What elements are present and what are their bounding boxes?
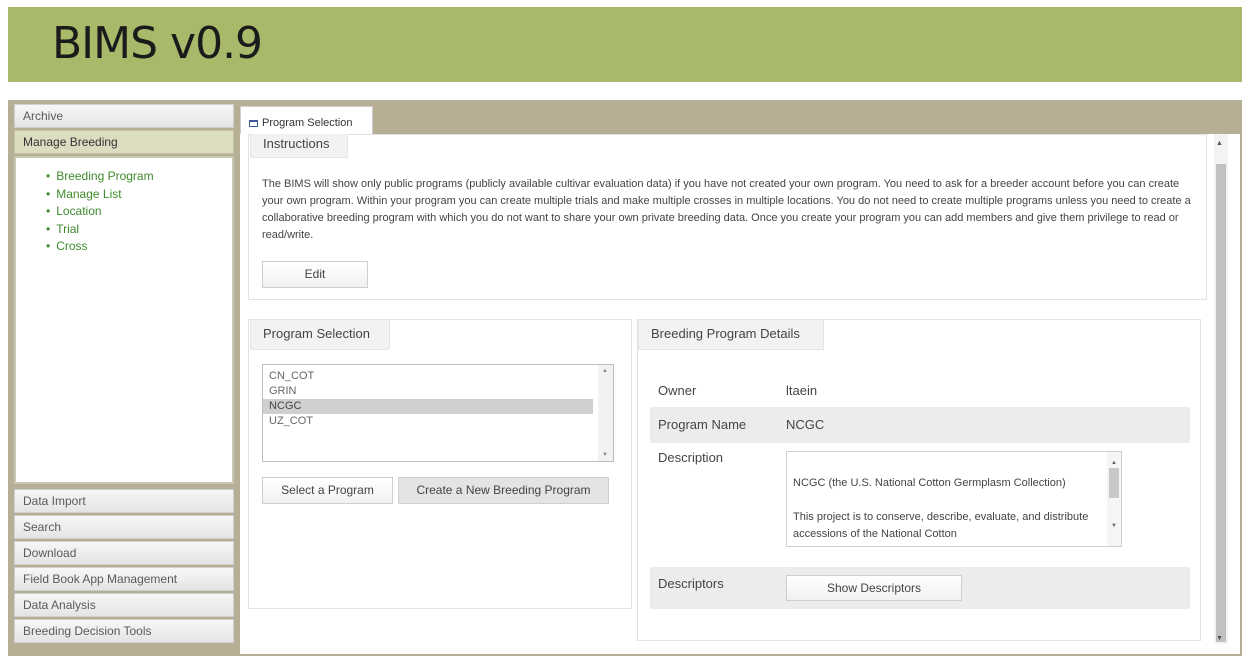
owner-value: ltaein	[786, 383, 818, 398]
program-option-grin[interactable]: GRIN	[263, 384, 593, 399]
sidebar-accordion: Archive Manage Breeding Breeding Program…	[14, 104, 236, 645]
link-manage-list[interactable]: Manage List	[46, 186, 232, 204]
program-name-row: Program Name NCGC	[650, 407, 1190, 443]
scroll-down-icon[interactable]: ▼	[602, 452, 608, 458]
description-textarea[interactable]: NCGC (the U.S. National Cotton Germplasm…	[786, 451, 1122, 547]
program-option-ncgc[interactable]: NCGC	[263, 399, 593, 414]
program-listbox[interactable]: CN_COT GRIN NCGC UZ_COT ▲ ▼	[262, 364, 614, 462]
sidebar-data-import-header[interactable]: Data Import	[14, 489, 234, 513]
sidebar-download-header[interactable]: Download	[14, 541, 234, 565]
scroll-thumb[interactable]	[1216, 164, 1226, 642]
sidebar-field-book-header[interactable]: Field Book App Management	[14, 567, 234, 591]
sidebar-breeding-decision-tools-header[interactable]: Breeding Decision Tools	[14, 619, 234, 643]
link-cross[interactable]: Cross	[46, 238, 232, 256]
program-selection-panel	[248, 319, 632, 609]
manage-breeding-links: Breeding Program Manage List Location Tr…	[46, 168, 232, 256]
link-trial[interactable]: Trial	[46, 221, 232, 239]
app-title: BIMS v0.9	[52, 18, 263, 69]
edit-button[interactable]: Edit	[262, 261, 368, 288]
scroll-down-icon[interactable]: ▼	[1111, 518, 1117, 535]
description-label: Description	[658, 450, 724, 465]
sidebar-search-header[interactable]: Search	[14, 515, 234, 539]
app-banner: BIMS v0.9	[8, 7, 1242, 82]
scroll-up-icon[interactable]: ▲	[602, 368, 608, 374]
scroll-up-icon[interactable]: ▲	[1216, 140, 1223, 147]
main-scrollbar[interactable]: ▲ ▼	[1214, 134, 1228, 644]
scroll-down-icon[interactable]: ▼	[1216, 635, 1223, 642]
sidebar-manage-breeding-header[interactable]: Manage Breeding	[14, 130, 234, 154]
window-icon	[249, 120, 258, 127]
program-details-title: Breeding Program Details	[638, 320, 824, 350]
description-text: NCGC (the U.S. National Cotton Germplasm…	[793, 477, 1089, 540]
owner-row: Owner ltaein	[650, 373, 1190, 409]
sidebar-archive-header[interactable]: Archive	[14, 104, 234, 128]
sidebar-data-analysis-header[interactable]: Data Analysis	[14, 593, 234, 617]
link-location[interactable]: Location	[46, 203, 232, 221]
scroll-thumb[interactable]	[1109, 468, 1119, 498]
listbox-scrollbar[interactable]: ▲ ▼	[598, 365, 613, 461]
tab-label: Program Selection	[262, 117, 353, 129]
program-name-label: Program Name	[658, 417, 747, 432]
select-program-button[interactable]: Select a Program	[262, 477, 393, 504]
description-scrollbar[interactable]: ▲ ▼	[1107, 452, 1121, 546]
tab-bar: Program Selection	[240, 104, 1242, 138]
show-descriptors-button[interactable]: Show Descriptors	[786, 575, 962, 601]
link-breeding-program[interactable]: Breeding Program	[46, 168, 232, 186]
program-name-value: NCGC	[786, 417, 825, 432]
descriptors-label: Descriptors	[658, 576, 724, 591]
instructions-text: The BIMS will show only public programs …	[262, 178, 1191, 241]
owner-label: Owner	[658, 383, 697, 398]
instructions-title: Instructions	[250, 134, 348, 158]
program-option-uz-cot[interactable]: UZ_COT	[263, 414, 593, 429]
program-option-cn-cot[interactable]: CN_COT	[263, 369, 593, 384]
create-program-button[interactable]: Create a New Breeding Program	[398, 477, 609, 504]
program-selection-title: Program Selection	[250, 320, 390, 350]
manage-breeding-panel: Breeding Program Manage List Location Tr…	[14, 156, 234, 484]
